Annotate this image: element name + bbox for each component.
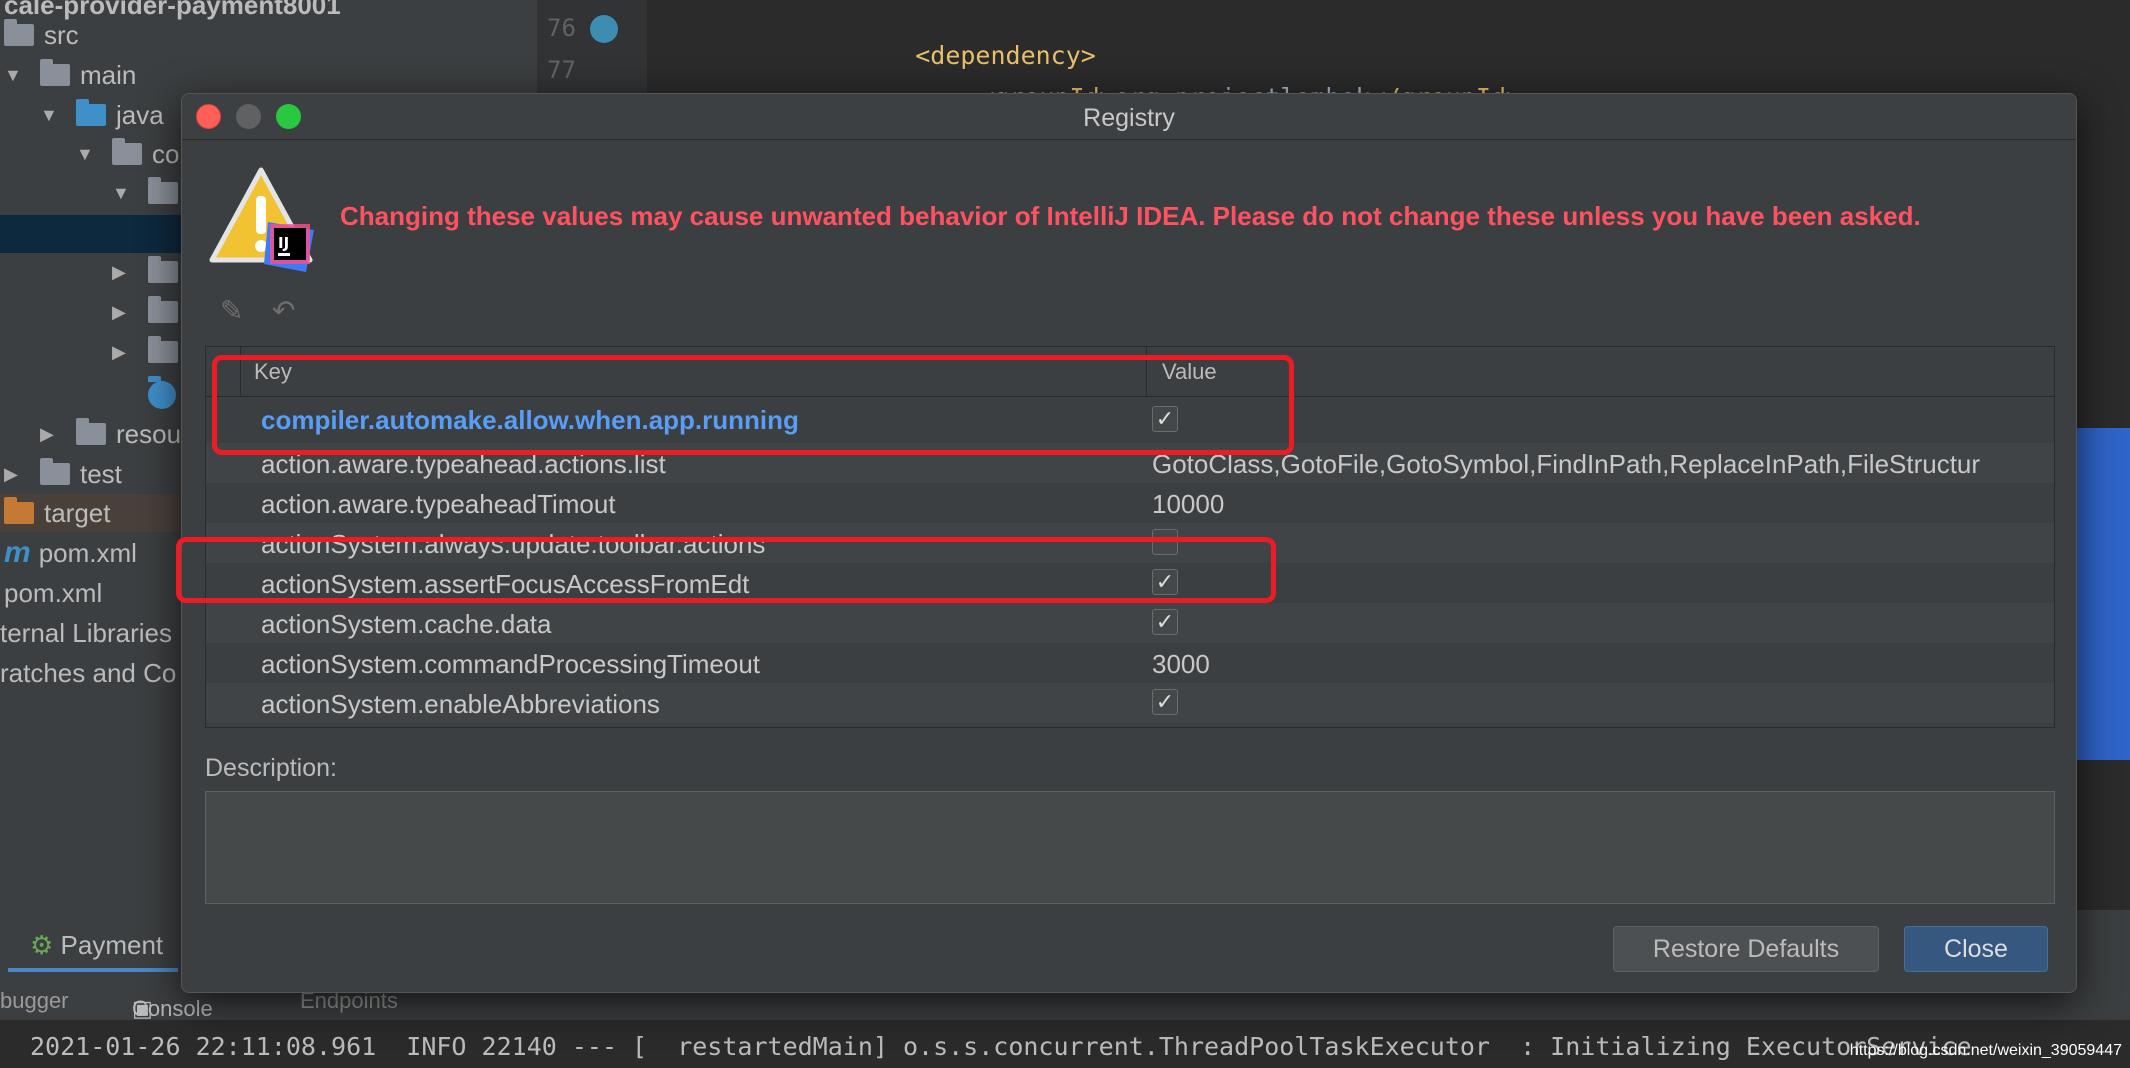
tree-item-label: java (116, 99, 164, 130)
folder-icon (40, 458, 70, 485)
line-number: 76 (547, 14, 576, 42)
tab-console-label: Console (132, 996, 213, 1021)
expand-arrow-icon[interactable]: ▼ (112, 183, 134, 204)
dialog-title: Registry (1083, 104, 1175, 132)
edit-icon[interactable]: ✎ (220, 294, 243, 327)
description-box (205, 791, 2055, 904)
registry-value[interactable]: 10000 (1152, 489, 1224, 520)
annotation-highlight (212, 355, 1294, 455)
description-label: Description: (205, 754, 337, 782)
revert-icon[interactable]: ↶ (272, 294, 295, 327)
table-row[interactable]: actionSystem.commandProcessingTimeout 30… (206, 643, 2054, 683)
expand-arrow-icon[interactable]: ▼ (76, 144, 98, 165)
spring-boot-icon: ⚙ (30, 930, 54, 960)
tree-item-pom-root[interactable]: pom.xml (4, 574, 102, 612)
table-row[interactable]: actionSystem.cache.data ✓ (206, 603, 2054, 643)
tree-item-resources[interactable]: ▶ resou (40, 415, 181, 453)
intellij-logo-icon: IJ (264, 222, 314, 272)
tree-item-target[interactable]: target (4, 494, 111, 532)
tree-item-collapsed-3[interactable]: ▶ (112, 333, 188, 371)
tree-item-src[interactable]: src (4, 16, 79, 54)
tree-item-java[interactable]: ▼ java (40, 96, 164, 134)
registry-key: actionSystem.cache.data (261, 609, 552, 639)
table-row-partial[interactable] (206, 723, 2054, 727)
excluded-folder-icon (4, 497, 34, 524)
tree-item-label: resou (116, 418, 182, 449)
tree-item-pom-module[interactable]: m pom.xml (4, 534, 137, 572)
expand-arrow-icon[interactable]: ▼ (4, 65, 26, 86)
table-row[interactable]: actionSystem.enableAbbreviations ✓ (206, 683, 2054, 723)
value-checkbox[interactable]: ✓ (1152, 609, 1178, 635)
tree-item-collapsed-2[interactable]: ▶ (112, 293, 188, 331)
tree-item-main[interactable]: ▼ main (4, 56, 136, 94)
tree-item-subpackage[interactable]: ▼ (112, 174, 188, 212)
table-row[interactable]: action.aware.typeaheadTimout 10000 (206, 483, 2054, 523)
console-output: 2021-01-26 22:11:08.961 INFO 22140 --- [… (0, 1020, 2130, 1068)
folder-icon (40, 59, 70, 86)
restore-defaults-button[interactable]: Restore Defaults (1613, 926, 1879, 972)
tree-item-label: pom.xml (38, 537, 137, 568)
tree-item-label: test (80, 458, 122, 489)
tree-item-label: ratches and Co (0, 657, 177, 688)
registry-key: action.aware.typeaheadTimout (261, 489, 616, 519)
tree-item-external-libraries[interactable]: ternal Libraries (0, 614, 172, 652)
registry-key: actionSystem.commandProcessingTimeout (261, 649, 761, 679)
value-checkbox[interactable]: ✓ (1152, 689, 1178, 715)
run-tab-label: Payment (60, 930, 164, 960)
tree-item-label: src (44, 19, 79, 50)
svg-text:IJ: IJ (278, 234, 289, 252)
warning-icon: IJ (209, 167, 314, 272)
tab-debugger[interactable]: bugger (0, 988, 69, 1014)
watermark: https://blog.csdn.net/weixin_39059447 (1849, 1042, 2122, 1059)
expand-arrow-icon[interactable]: ▼ (40, 105, 62, 126)
registry-key: actionSystem.enableAbbreviations (261, 689, 660, 719)
folder-icon (76, 99, 106, 126)
line-number: 77 (547, 56, 576, 84)
close-button[interactable]: Close (1904, 926, 2048, 972)
tree-item-label: ternal Libraries (0, 617, 172, 648)
tree-item-collapsed-1[interactable]: ▶ (112, 253, 188, 291)
package-folder-icon (148, 296, 178, 323)
collapse-arrow-icon[interactable]: ▶ (112, 262, 134, 283)
active-tab-indicator (8, 968, 178, 972)
tree-item-label: pom.xml (4, 577, 103, 608)
maven-icon: m (4, 536, 31, 569)
maven-dependency-icon[interactable] (590, 15, 618, 43)
package-folder-icon (148, 336, 178, 363)
warning-message: Changing these values may cause unwanted… (340, 201, 1921, 231)
run-tab-payment[interactable]: ⚙ Payment (30, 930, 163, 961)
package-folder-icon (148, 256, 178, 283)
tree-item-label: main (80, 59, 137, 90)
spring-boot-class-icon (148, 376, 176, 409)
package-folder-icon (148, 177, 178, 204)
registry-value[interactable]: 3000 (1152, 649, 1210, 680)
tree-item-label: target (44, 497, 111, 528)
tree-item-package[interactable]: ▼ co (76, 135, 179, 173)
collapse-arrow-icon[interactable]: ▶ (4, 464, 26, 485)
package-folder-icon (112, 138, 142, 165)
dialog-titlebar[interactable]: Registry (182, 94, 2076, 140)
collapse-arrow-icon[interactable]: ▶ (112, 342, 134, 363)
annotation-highlight (176, 537, 1276, 603)
folder-icon (4, 19, 34, 46)
tree-item-test[interactable]: ▶ test (4, 455, 122, 493)
resources-folder-icon (76, 418, 106, 445)
collapse-arrow-icon[interactable]: ▶ (40, 424, 62, 445)
collapse-arrow-icon[interactable]: ▶ (112, 302, 134, 323)
tree-item-scratches[interactable]: ratches and Co (0, 654, 176, 692)
tree-item-label: co (152, 138, 180, 169)
